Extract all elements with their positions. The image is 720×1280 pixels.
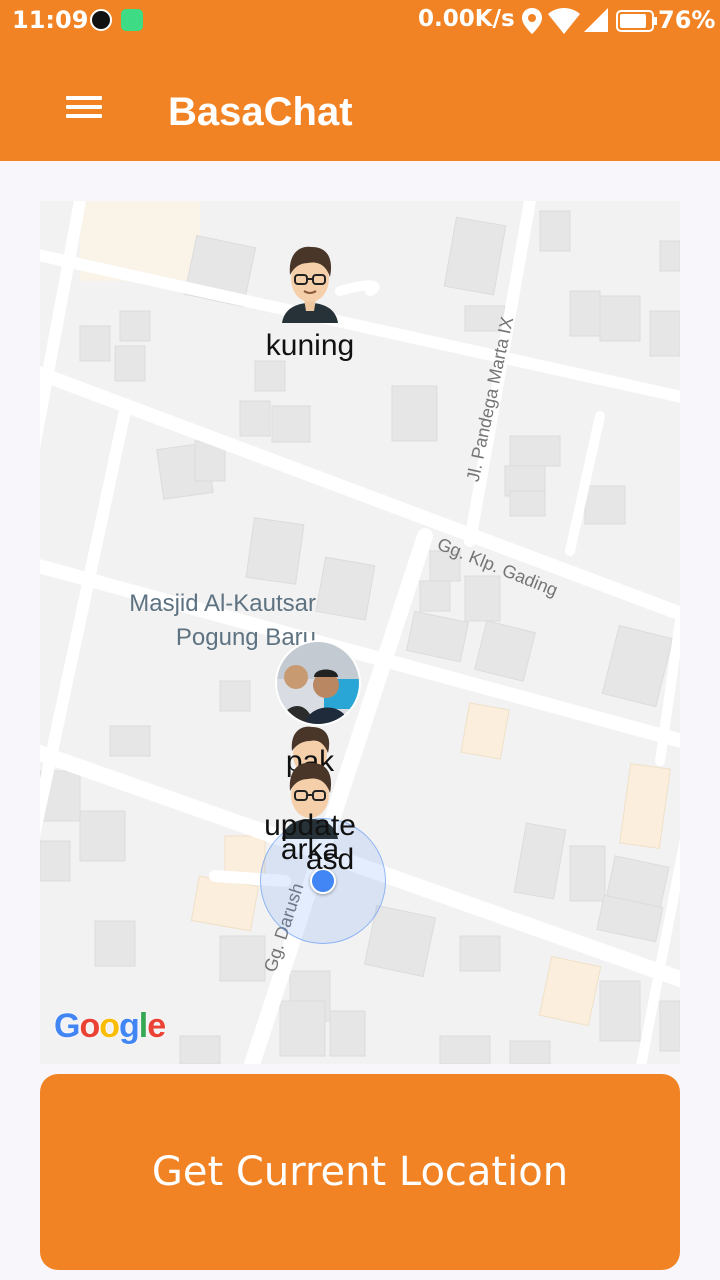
get-current-location-button[interactable]: Get Current Location [40,1074,680,1270]
status-time: 11:09 [12,6,89,34]
avatar-icon [282,246,338,323]
app-bar: BasaChat [0,42,720,161]
user-marker-photo[interactable] [274,639,364,729]
zoom-notification-icon [90,9,112,31]
poi-name-line1: Masjid Al-Kautsar [129,590,316,617]
status-bar: 11:09 0.00K/s 76% [0,0,720,42]
location-icon [522,8,542,34]
signal-icon [584,8,608,32]
map-view[interactable]: Jl. Pandega Marta IX Gg. Klp. Gading Gg.… [40,201,680,1064]
battery-icon [616,10,657,32]
marker-label: asd [305,843,355,876]
google-logo: Google [54,1007,166,1045]
user-marker-asd[interactable]: asd [290,841,370,881]
hamburger-menu-icon[interactable] [56,86,112,126]
user-marker-kuning[interactable]: kuning [266,239,354,369]
app-title: BasaChat [168,90,353,134]
marker-label: kuning [265,329,355,362]
wifi-icon [548,8,580,34]
android-notification-icon [121,9,143,31]
battery-percent: 76% [658,6,716,34]
profile-photo-icon [275,640,361,726]
network-speed: 0.00K/s [418,6,515,32]
